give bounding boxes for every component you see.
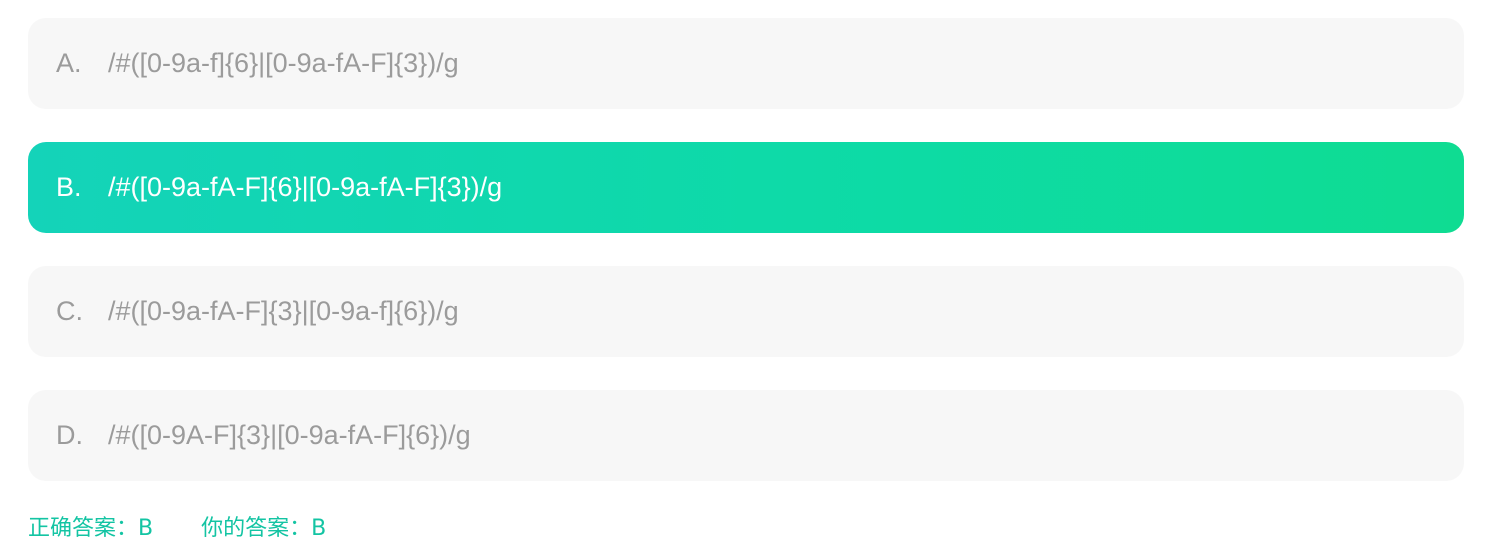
your-answer-label: 你的答案：B bbox=[201, 516, 327, 541]
option-text: /#([0-9A-F]{3}|[0-9a-fA-F]{6})/g bbox=[108, 420, 471, 450]
option-c[interactable]: C. /#([0-9a-fA-F]{3}|[0-9a-f]{6})/g bbox=[28, 266, 1464, 357]
option-text: /#([0-9a-fA-F]{3}|[0-9a-f]{6})/g bbox=[108, 296, 459, 326]
option-text: /#([0-9a-f]{6}|[0-9a-fA-F]{3})/g bbox=[108, 48, 459, 78]
option-d[interactable]: D. /#([0-9A-F]{3}|[0-9a-fA-F]{6})/g bbox=[28, 390, 1464, 481]
option-letter: B. bbox=[56, 172, 82, 202]
option-b-selected[interactable]: B. /#([0-9a-fA-F]{6}|[0-9a-fA-F]{3})/g bbox=[28, 142, 1464, 233]
option-a[interactable]: A. /#([0-9a-f]{6}|[0-9a-fA-F]{3})/g bbox=[28, 18, 1464, 109]
correct-answer-label: 正确答案：B bbox=[28, 516, 154, 541]
option-letter: D. bbox=[56, 420, 83, 450]
option-letter: A. bbox=[56, 48, 82, 78]
answer-result: 正确答案：B 你的答案：B bbox=[28, 510, 326, 542]
option-text: /#([0-9a-fA-F]{6}|[0-9a-fA-F]{3})/g bbox=[108, 172, 503, 202]
option-letter: C. bbox=[56, 296, 83, 326]
answer-options: A. /#([0-9a-f]{6}|[0-9a-fA-F]{3})/g B. /… bbox=[28, 18, 1464, 514]
